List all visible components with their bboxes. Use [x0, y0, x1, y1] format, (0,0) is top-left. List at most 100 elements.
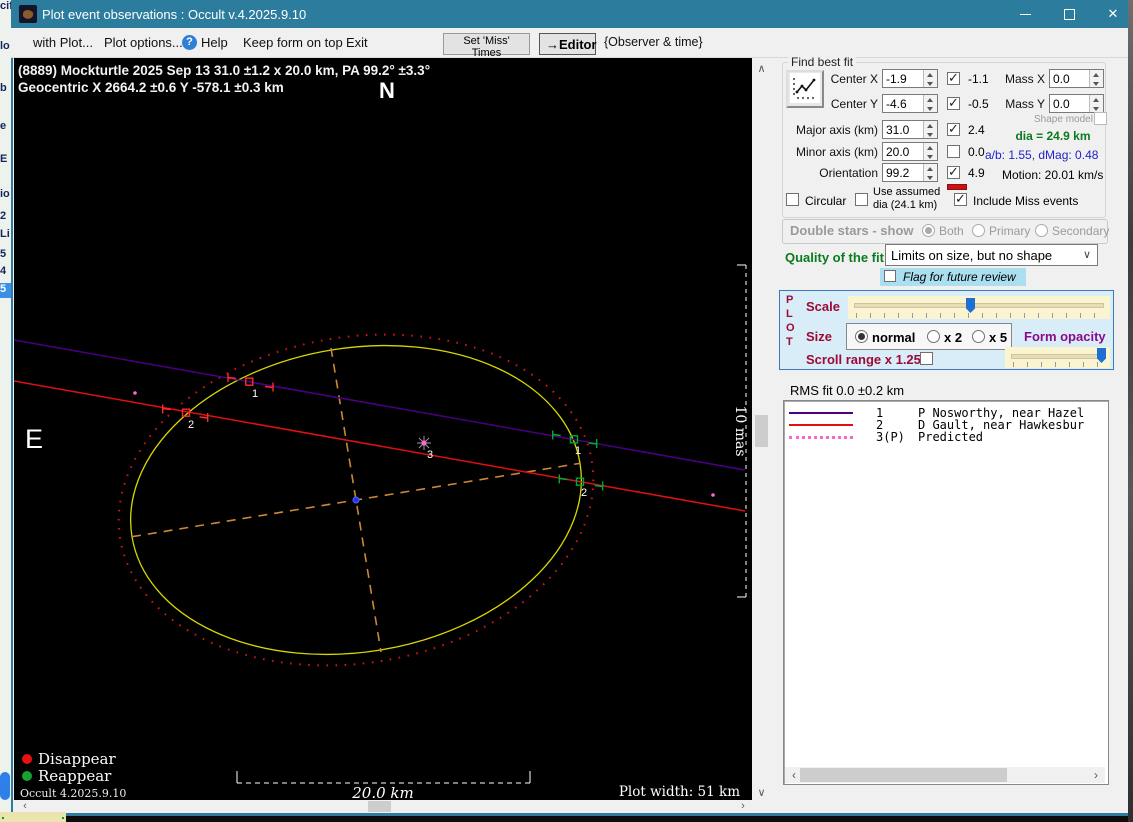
strip-fragment: 2	[0, 210, 7, 222]
background-window-strip: cif lo b e E io 2 Li 5 4 5	[0, 0, 13, 822]
plot-vscrollbar[interactable]: ∧ ∨	[753, 58, 770, 800]
center-y-spinner[interactable]: -4.6	[882, 94, 938, 113]
observations-list: 1 P Nosworthy, near Hazel 2 D Gault, nea…	[783, 400, 1109, 785]
major-axis-spinner[interactable]: 31.0	[882, 120, 938, 139]
scroll-range-label: Scroll range x 1.25	[806, 352, 921, 367]
strip-fragment: E	[0, 153, 8, 165]
title-bar: Plot event observations : Occult v.4.202…	[11, 0, 1128, 28]
hscale-label: 20.0 km	[351, 784, 413, 800]
vscroll-thumb[interactable]	[755, 415, 768, 447]
center-x-fit-checkbox[interactable]	[947, 70, 960, 86]
include-miss-label: Include Miss events	[973, 194, 1079, 208]
predicted-dot	[711, 493, 715, 497]
editor-button[interactable]: →Editor	[539, 33, 597, 55]
form-opacity-label: Form opacity	[1024, 329, 1106, 344]
close-button[interactable]: ✕	[1091, 0, 1133, 28]
list-hscrollbar[interactable]: ‹ ›	[785, 767, 1105, 783]
quality-combo[interactable]: Limits on size, but no shape ∨	[885, 244, 1098, 266]
plot-letter: T	[786, 336, 793, 348]
menu-plot-options[interactable]: Plot options...	[104, 35, 183, 50]
scale-slider[interactable]	[848, 296, 1110, 319]
size-normal-label: normal	[872, 330, 916, 345]
menu-help[interactable]: Help	[201, 35, 228, 50]
legend-reappear-label: Reappear	[38, 767, 112, 785]
close-icon: ✕	[1107, 6, 1119, 21]
center-y-fit-checkbox[interactable]	[947, 95, 960, 111]
minimize-button[interactable]	[1003, 0, 1047, 28]
double-both-label: Both	[939, 224, 964, 238]
orientation-spinner[interactable]: 99.2	[882, 163, 938, 182]
mass-x-spinner[interactable]: 0.0	[1049, 69, 1104, 88]
center-y-fit-value: -0.5	[968, 97, 989, 111]
size-x2-radio[interactable]	[927, 330, 940, 343]
mass-y-spinner[interactable]: 0.0	[1049, 94, 1104, 113]
circular-checkbox[interactable]	[786, 193, 799, 206]
menu-with-plot[interactable]: with Plot...	[33, 35, 93, 50]
scroll-right-icon[interactable]: ›	[1089, 768, 1103, 783]
scroll-range-checkbox[interactable]	[920, 352, 933, 365]
include-miss-checkbox[interactable]	[954, 191, 967, 207]
double-secondary-label: Secondary	[1052, 224, 1110, 238]
minor-fit-checkbox[interactable]	[947, 145, 960, 158]
background-slider-thumb	[0, 772, 10, 800]
minor-fit-value: 0.0	[968, 145, 985, 159]
size-x2-label: x 2	[944, 330, 963, 345]
plot-header-line1: (8889) Mockturtle 2025 Sep 13 31.0 ±1.2 …	[18, 63, 430, 78]
plot-letter: L	[786, 308, 793, 320]
center-x-spinner[interactable]: -1.9	[882, 69, 938, 88]
hscroll-thumb[interactable]	[368, 801, 391, 812]
north-label: N	[379, 78, 395, 103]
orientation-fit-checkbox[interactable]	[947, 164, 960, 180]
ellipse-center-dot	[352, 496, 360, 504]
strip-fragment-selected: 5	[0, 283, 11, 298]
observation-row[interactable]: 3(P) Predicted	[784, 430, 1108, 444]
assumed-dia-label-2: dia (24.1 km)	[873, 199, 938, 211]
flag-review-checkbox[interactable]	[884, 270, 896, 282]
list-hscroll-thumb[interactable]	[800, 768, 1007, 782]
plot-version-label: Occult 4.2025.9.10	[20, 787, 126, 800]
scroll-up-icon[interactable]: ∧	[753, 62, 770, 75]
form-opacity-slider[interactable]	[1005, 347, 1110, 368]
double-primary-radio[interactable]	[972, 224, 985, 237]
east-label: E	[25, 424, 43, 454]
assumed-dia-checkbox[interactable]	[855, 193, 868, 206]
vscale-label: 10 mas	[732, 405, 748, 456]
major-fit-checkbox[interactable]	[947, 121, 960, 137]
disappear-legend-icon	[22, 754, 32, 764]
scale-slider-thumb[interactable]	[966, 298, 975, 313]
dia-label: dia = 24.9 km	[1015, 129, 1091, 143]
marker-label: 3	[427, 449, 433, 461]
observation-num: 3(P)	[876, 430, 905, 444]
major-axis-label: Major axis (km)	[795, 123, 878, 137]
minor-axis-spinner[interactable]: 20.0	[882, 142, 938, 161]
flag-review-label: Flag for future review	[903, 270, 1016, 284]
double-secondary-radio[interactable]	[1035, 224, 1048, 237]
circular-label: Circular	[805, 194, 847, 208]
shape-model-label: Shape model	[1034, 114, 1093, 125]
double-both-radio[interactable]	[922, 224, 935, 237]
strip-fragment: b	[0, 82, 7, 94]
strip-fragment: Li	[0, 228, 10, 240]
maximize-button[interactable]	[1047, 0, 1091, 28]
menu-keep-on-top[interactable]: Keep form on top	[243, 35, 343, 50]
set-miss-times-button[interactable]: Set 'Miss' Times	[443, 33, 530, 59]
predicted-star	[417, 436, 431, 450]
rms-label: RMS fit 0.0 ±0.2 km	[790, 383, 905, 398]
scroll-left-icon[interactable]: ‹	[787, 768, 801, 783]
strip-fragment: 4	[0, 265, 7, 277]
major-fit-value: 2.4	[968, 123, 985, 137]
scroll-down-icon[interactable]: ∨	[753, 786, 770, 799]
size-x5-radio[interactable]	[972, 330, 985, 343]
assumed-dia-label-1: Use assumed	[873, 186, 941, 198]
form-opacity-thumb[interactable]	[1097, 348, 1106, 363]
chevron-down-icon: ∨	[1082, 249, 1091, 261]
plot-hscrollbar[interactable]: ‹ ›	[14, 800, 752, 813]
control-panel: Find best fit Center X -1.9 -1.1 Mass X …	[772, 55, 1128, 815]
size-normal-radio[interactable]	[855, 330, 868, 343]
shape-model-box[interactable]	[1094, 112, 1107, 125]
scroll-right-icon[interactable]: ›	[736, 800, 750, 813]
menu-exit[interactable]: Exit	[346, 35, 368, 50]
plot-letter: O	[786, 322, 795, 334]
app-icon	[19, 5, 37, 23]
help-icon[interactable]: ?	[182, 35, 197, 50]
